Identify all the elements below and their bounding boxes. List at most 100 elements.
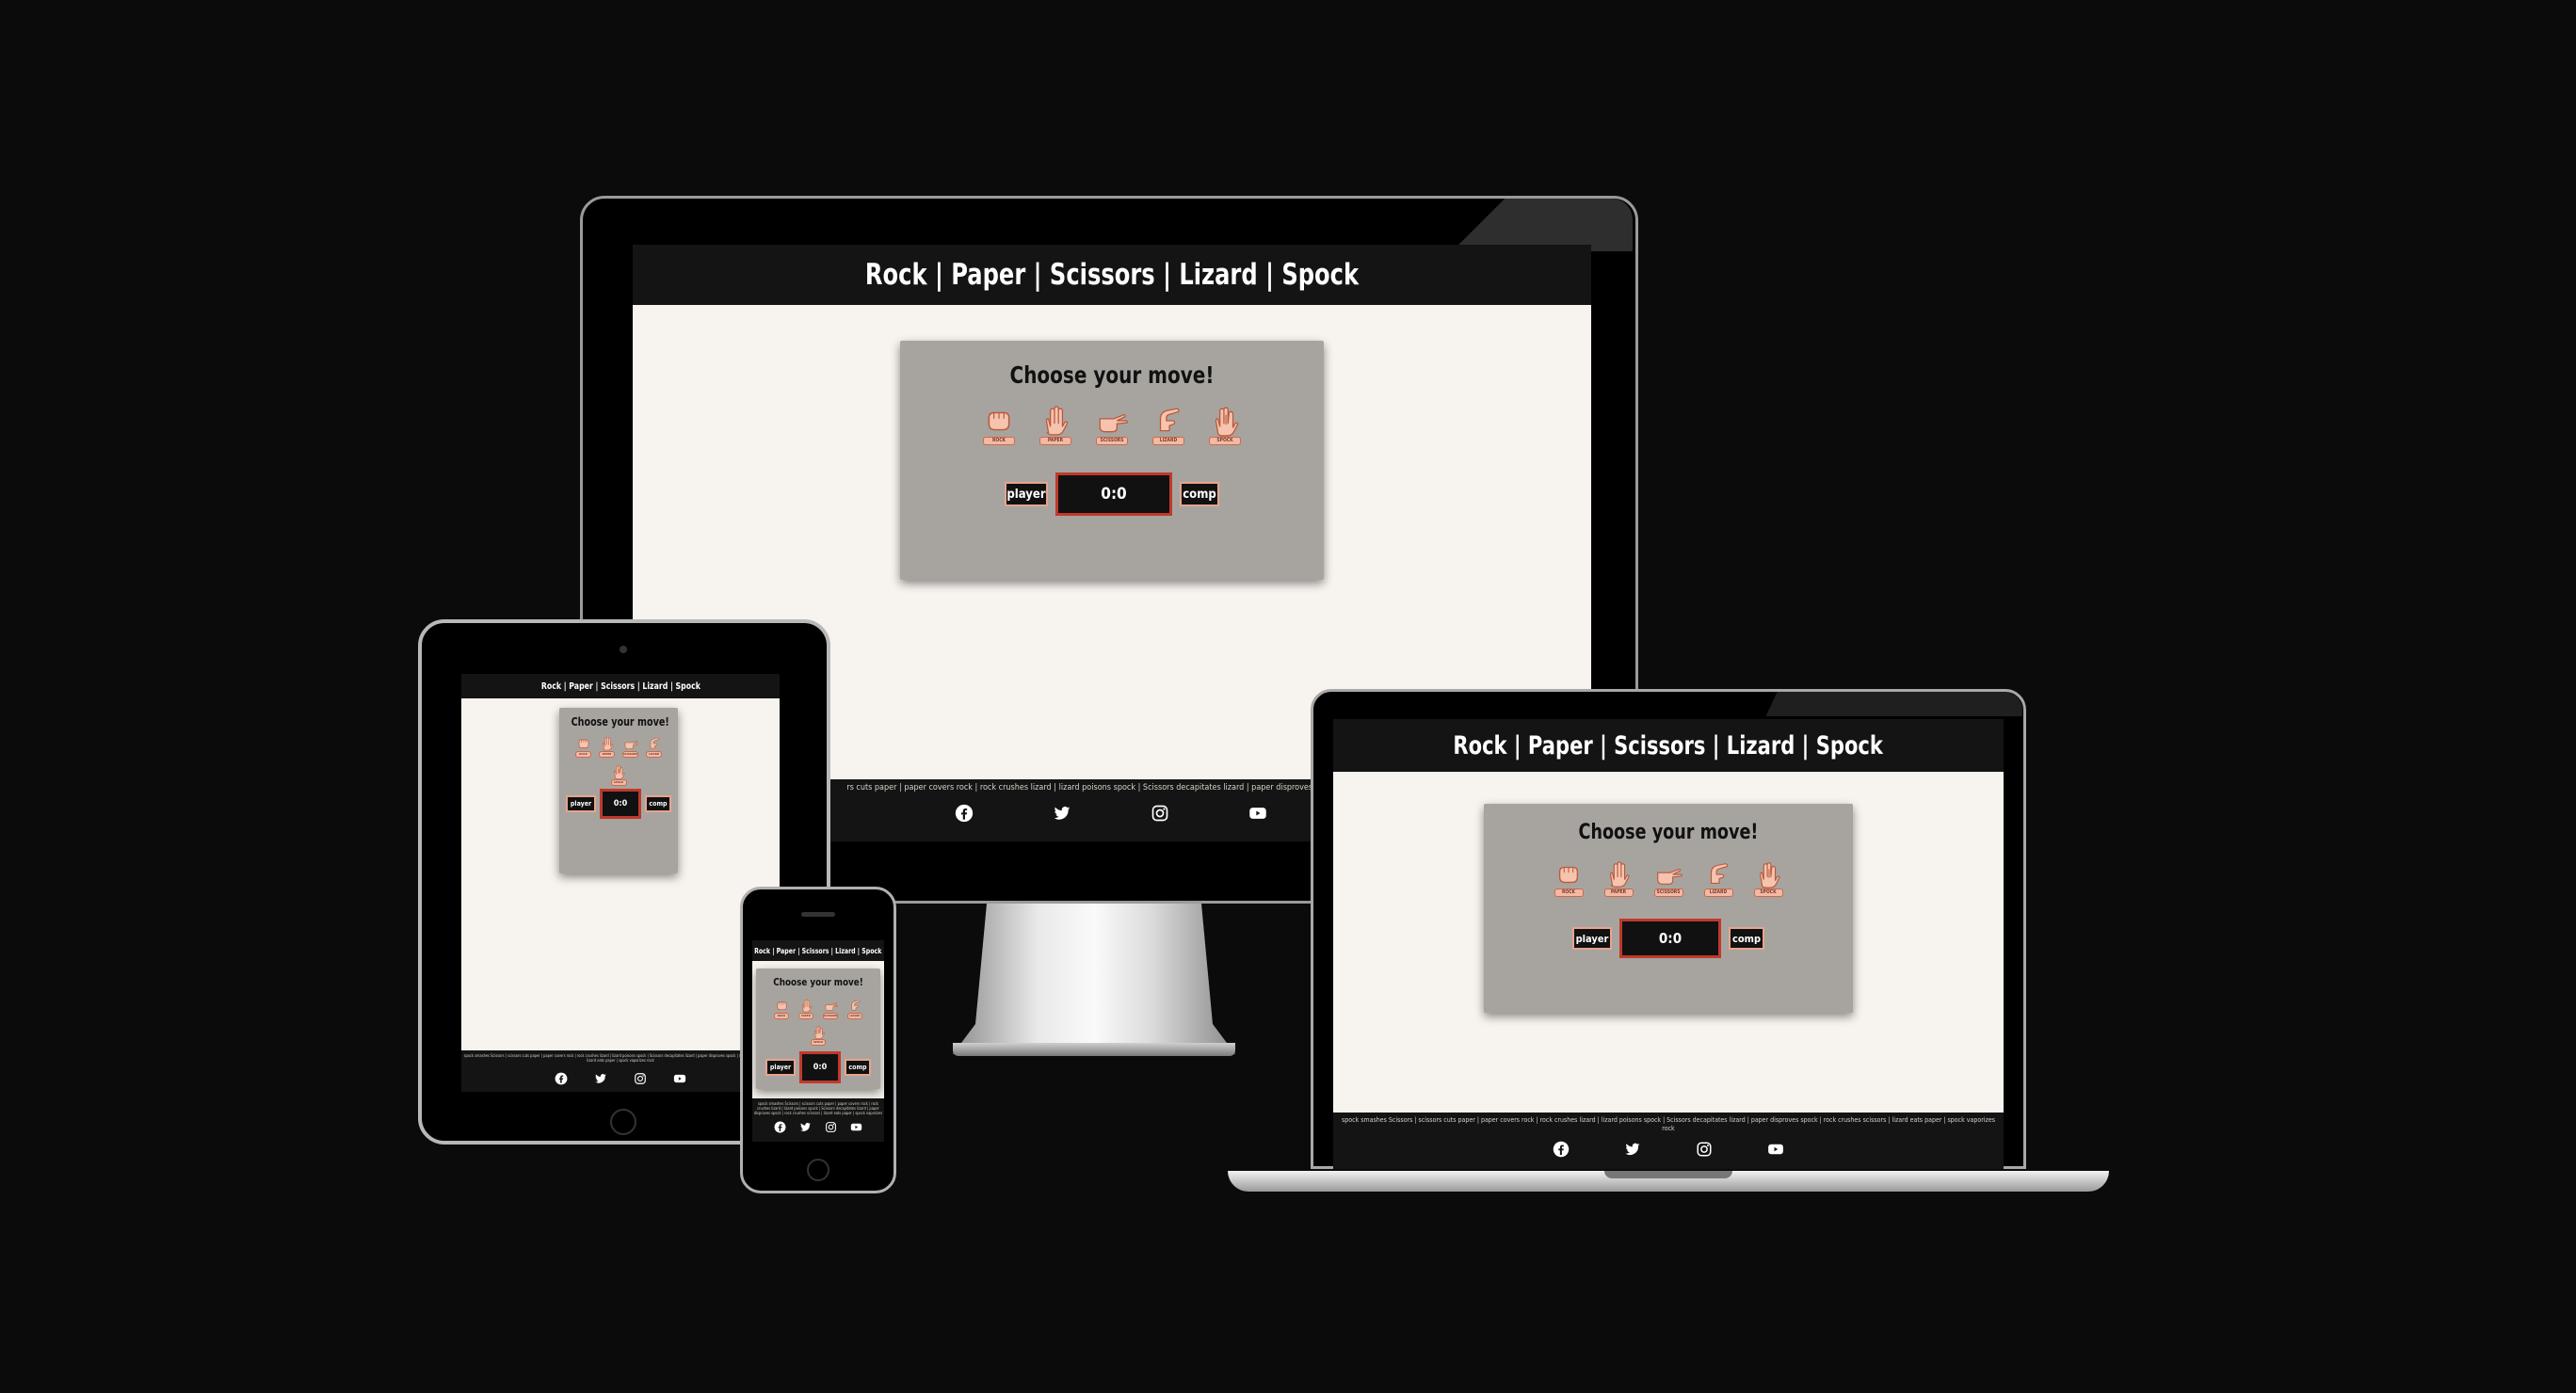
- move-buttons: rock paper scissors lizard spock: [756, 999, 880, 1046]
- scissors-hand-icon: [1096, 405, 1128, 437]
- score-display: 0:0: [600, 789, 641, 819]
- comp-button[interactable]: comp: [1180, 482, 1219, 506]
- comp-button[interactable]: comp: [845, 1059, 871, 1076]
- app-footer: spock smashes Scissors | scissors cuts p…: [461, 1050, 780, 1092]
- youtube-icon[interactable]: [1767, 1141, 1784, 1158]
- instagram-icon[interactable]: [1696, 1141, 1713, 1158]
- twitter-icon[interactable]: [799, 1121, 812, 1133]
- lizard-hand-icon: [647, 736, 662, 751]
- player-button[interactable]: player: [1572, 927, 1612, 950]
- player-button[interactable]: player: [1005, 482, 1048, 506]
- game-heading: Choose your move!: [1578, 821, 1759, 844]
- youtube-icon[interactable]: [673, 1072, 686, 1085]
- move-label: rock: [774, 1013, 789, 1019]
- player-button[interactable]: player: [765, 1059, 796, 1076]
- move-lizard-button[interactable]: lizard: [646, 736, 662, 758]
- instagram-icon[interactable]: [1151, 804, 1169, 823]
- move-paper-button[interactable]: paper: [1603, 860, 1634, 897]
- youtube-icon[interactable]: [850, 1121, 862, 1133]
- twitter-icon[interactable]: [594, 1072, 607, 1085]
- move-label: paper: [1039, 437, 1071, 445]
- rules-text: spock smashes Scissors | scissors cuts p…: [463, 1053, 778, 1063]
- spock-hand-icon: [812, 1025, 826, 1039]
- tablet-camera: [620, 646, 627, 653]
- twitter-icon[interactable]: [1053, 804, 1071, 823]
- comp-button[interactable]: comp: [1729, 927, 1764, 950]
- score-display: 0:0: [1055, 472, 1172, 516]
- move-rock-button[interactable]: rock: [774, 999, 789, 1019]
- comp-button[interactable]: comp: [645, 795, 671, 812]
- scissors-hand-icon: [1654, 860, 1682, 889]
- instagram-icon[interactable]: [825, 1121, 837, 1133]
- move-label: lizard: [1703, 889, 1733, 897]
- move-label: rock: [983, 437, 1015, 445]
- game-heading: Choose your move!: [773, 976, 863, 988]
- move-label: lizard: [646, 751, 662, 758]
- score-row: player 0:0 comp: [756, 1051, 880, 1083]
- social-links: [752, 1121, 884, 1133]
- move-lizard-button[interactable]: lizard: [1152, 405, 1184, 445]
- app-footer: spock smashes Scissors | scissors cuts p…: [752, 1098, 884, 1142]
- instagram-icon[interactable]: [634, 1072, 647, 1085]
- twitter-icon[interactable]: [1624, 1141, 1641, 1158]
- move-scissors-button[interactable]: scissors: [1653, 860, 1683, 897]
- score-display: 0:0: [799, 1051, 841, 1083]
- scissors-hand-icon: [623, 736, 638, 751]
- lizard-hand-icon: [1152, 405, 1184, 437]
- move-rock-button[interactable]: rock: [575, 736, 591, 758]
- move-rock-button[interactable]: rock: [983, 405, 1015, 445]
- laptop-screen: Rock | Paper | Scissors | Lizard | Spock…: [1333, 719, 2004, 1169]
- lizard-hand-icon: [1704, 860, 1732, 889]
- app-title: Rock | Paper | Scissors | Lizard | Spock: [754, 946, 882, 955]
- score-display: 0:0: [1619, 919, 1721, 958]
- laptop-glare: [1755, 692, 2022, 716]
- move-spock-button[interactable]: spock: [811, 1025, 826, 1046]
- app-footer: spock smashes Scissors | scissors cuts p…: [1333, 1113, 2004, 1169]
- social-links: [1333, 1141, 2004, 1158]
- lizard-hand-icon: [848, 999, 862, 1013]
- game-heading: Choose your move!: [1009, 361, 1215, 389]
- phone-screen: Rock | Paper | Scissors | Lizard | Spock…: [752, 940, 884, 1142]
- move-label: lizard: [847, 1013, 862, 1019]
- tablet-screen: Rock | Paper | Scissors | Lizard | Spock…: [461, 674, 780, 1092]
- move-scissors-button[interactable]: scissors: [823, 999, 838, 1019]
- move-lizard-button[interactable]: lizard: [847, 999, 862, 1019]
- move-buttons: rock paper scissors lizard spock: [900, 405, 1324, 445]
- move-lizard-button[interactable]: lizard: [1703, 860, 1733, 897]
- facebook-icon[interactable]: [774, 1121, 786, 1133]
- app-title: Rock | Paper | Scissors | Lizard | Spock: [1453, 730, 1884, 761]
- game-card: Choose your move! rock paper scissors lizar…: [1484, 804, 1853, 1013]
- move-spock-button[interactable]: spock: [610, 764, 627, 786]
- facebook-icon[interactable]: [955, 804, 974, 823]
- move-label: paper: [1603, 889, 1634, 897]
- move-paper-button[interactable]: paper: [599, 736, 615, 758]
- move-scissors-button[interactable]: scissors: [622, 736, 638, 758]
- phone-speaker: [801, 912, 835, 917]
- app-header: Rock | Paper | Scissors | Lizard | Spock: [633, 245, 1591, 305]
- monitor-glare: [1427, 199, 1633, 251]
- paper-hand-icon: [600, 736, 615, 751]
- move-spock-button[interactable]: spock: [1209, 405, 1241, 445]
- facebook-icon[interactable]: [555, 1072, 568, 1085]
- score-row: player 0:0 comp: [559, 789, 678, 819]
- rules-text: spock smashes Scissors | scissors cuts p…: [753, 1101, 883, 1115]
- move-scissors-button[interactable]: scissors: [1096, 405, 1128, 445]
- phone-device: Rock | Paper | Scissors | Lizard | Spock…: [740, 887, 896, 1193]
- move-rock-button[interactable]: rock: [1554, 860, 1584, 897]
- move-paper-button[interactable]: paper: [1039, 405, 1071, 445]
- laptop-device: Rock | Paper | Scissors | Lizard | Spock…: [1228, 689, 2109, 1201]
- move-spock-button[interactable]: spock: [1753, 860, 1783, 897]
- move-label: lizard: [1152, 437, 1184, 445]
- move-label: scissors: [823, 1013, 838, 1019]
- tablet-home-button: [610, 1109, 636, 1135]
- app-header: Rock | Paper | Scissors | Lizard | Spock: [1333, 719, 2004, 772]
- player-button[interactable]: player: [566, 795, 596, 812]
- move-label: rock: [1554, 889, 1584, 897]
- move-paper-button[interactable]: paper: [798, 999, 813, 1019]
- paper-hand-icon: [1604, 860, 1633, 889]
- social-links: [461, 1072, 780, 1085]
- facebook-icon[interactable]: [1553, 1141, 1570, 1158]
- rock-hand-icon: [983, 405, 1015, 437]
- rules-text: spock smashes Scissors | scissors cuts p…: [1341, 1116, 1996, 1132]
- move-label: spock: [1209, 437, 1241, 445]
